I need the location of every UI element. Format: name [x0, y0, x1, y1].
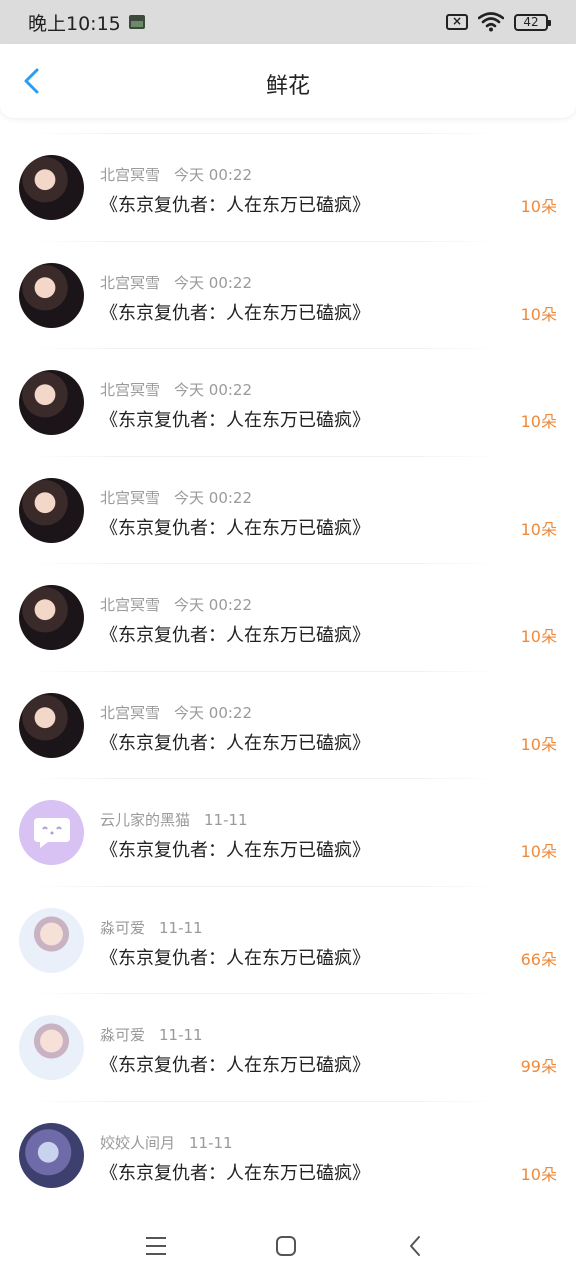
user-name[interactable]: 北宫冥雪	[100, 489, 160, 507]
timestamp: 11-11	[159, 918, 203, 937]
status-bar: 晚上10:15 × 42	[0, 0, 576, 44]
user-meta: 淼可爱 11-11	[100, 917, 203, 938]
user-name[interactable]: 淼可爱	[100, 919, 145, 937]
flower-list: 北宫冥雪 今天 00:22 《东京复仇者：人在东万已磕疯》 10朵 北宫冥雪 今天 …	[0, 133, 576, 1208]
avatar[interactable]	[19, 692, 84, 758]
book-title[interactable]: 《东京复仇者：人在东万已磕疯》	[100, 621, 370, 647]
avatar[interactable]	[19, 477, 84, 543]
book-title[interactable]: 《东京复仇者：人在东万已磕疯》	[100, 1159, 370, 1185]
flower-amount: 10朵	[520, 1164, 557, 1184]
book-title[interactable]: 《东京复仇者：人在东万已磕疯》	[100, 729, 370, 755]
flower-amount: 10朵	[520, 304, 557, 324]
user-name[interactable]: 姣姣人间月	[100, 1134, 175, 1152]
row-divider	[30, 778, 500, 779]
wifi-icon	[478, 12, 504, 32]
avatar[interactable]	[19, 585, 84, 650]
book-title[interactable]: 《东京复仇者：人在东万已磕疯》	[100, 191, 370, 217]
row-divider	[30, 455, 500, 457]
row-divider	[30, 133, 500, 134]
timestamp: 今天 00:22	[174, 273, 253, 292]
user-meta: 北宫冥雪 今天 00:22	[100, 272, 252, 293]
chat-bubble-icon	[33, 817, 70, 848]
user-meta: 姣姣人间月 11-11	[100, 1132, 233, 1153]
battery-icon: 42	[514, 13, 551, 31]
timestamp: 今天 00:22	[174, 381, 253, 399]
user-name[interactable]: 北宫冥雪	[100, 381, 160, 399]
user-meta: 北宫冥雪 今天 00:22	[100, 702, 252, 723]
row-divider	[30, 348, 500, 349]
list-item[interactable]: 姣姣人间月 11-11 《东京复仇者：人在东万已磕疯》 10朵	[0, 1100, 576, 1209]
row-divider	[30, 885, 500, 887]
avatar[interactable]	[19, 155, 84, 220]
page-title: 鲜花	[265, 74, 310, 99]
user-name[interactable]: 北宫冥雪	[100, 166, 160, 184]
user-meta: 淼可爱 11-11	[100, 1024, 203, 1045]
row-divider	[30, 670, 500, 672]
list-item[interactable]: 淼可爱 11-11 《东京复仇者：人在东万已磕疯》 66朵	[0, 885, 576, 994]
list-item[interactable]: 北宫冥雪 今天 00:22 《东京复仇者：人在东万已磕疯》 10朵	[0, 240, 576, 349]
system-nav-bar	[0, 1210, 576, 1280]
flower-amount: 10朵	[520, 627, 557, 646]
user-name[interactable]: 北宫冥雪	[100, 704, 160, 722]
user-meta: 北宫冥雪 今天 00:22	[100, 379, 252, 400]
flower-amount: 99朵	[520, 1057, 557, 1076]
avatar[interactable]	[19, 907, 84, 973]
list-item[interactable]: 北宫冥雪 今天 00:22 《东京复仇者：人在东万已磕疯》 10朵	[0, 563, 576, 671]
status-icons: × 42	[446, 12, 551, 32]
timestamp: 11-11	[204, 811, 248, 829]
menu-icon[interactable]	[144, 1234, 168, 1258]
avatar[interactable]	[19, 1122, 84, 1188]
timestamp: 11-11	[189, 1133, 233, 1152]
timestamp: 今天 00:22	[174, 596, 253, 614]
flower-amount: 10朵	[520, 197, 557, 216]
timestamp: 今天 00:22	[174, 488, 253, 507]
user-meta: 云儿家的黑猫 11-11	[100, 809, 248, 830]
flower-amount: 10朵	[520, 842, 557, 861]
status-time: 晚上10:15	[28, 9, 145, 36]
timestamp: 今天 00:22	[174, 703, 253, 722]
list-item[interactable]: 北宫冥雪 今天 00:22 《东京复仇者：人在东万已磕疯》 10朵	[0, 670, 576, 779]
user-meta: 北宫冥雪 今天 00:22	[100, 487, 252, 508]
avatar[interactable]	[19, 800, 84, 865]
avatar[interactable]	[19, 1015, 84, 1080]
list-item[interactable]: 北宫冥雪 今天 00:22 《东京复仇者：人在东万已磕疯》 10朵	[0, 348, 576, 456]
flower-amount: 66朵	[520, 949, 557, 969]
user-meta: 北宫冥雪 今天 00:22	[100, 164, 252, 185]
book-title[interactable]: 《东京复仇者：人在东万已磕疯》	[100, 1051, 370, 1077]
sim-card-icon	[128, 15, 145, 29]
home-square-icon[interactable]	[274, 1234, 298, 1258]
user-name[interactable]: 淼可爱	[100, 1026, 145, 1044]
list-item[interactable]: 北宫冥雪 今天 00:22 《东京复仇者：人在东万已磕疯》 10朵	[0, 133, 576, 241]
no-signal-icon: ×	[446, 14, 468, 30]
row-divider	[30, 563, 500, 564]
battery-level: 42	[523, 14, 539, 29]
avatar[interactable]	[19, 262, 84, 328]
list-item[interactable]: 云儿家的黑猫 11-11 《东京复仇者：人在东万已磕疯》 10朵	[0, 778, 576, 886]
timestamp: 11-11	[159, 1026, 203, 1044]
book-title[interactable]: 《东京复仇者：人在东万已磕疯》	[100, 836, 370, 862]
user-name[interactable]: 云儿家的黑猫	[100, 811, 190, 829]
status-time-text: 晚上10:15	[28, 12, 121, 35]
book-title[interactable]: 《东京复仇者：人在东万已磕疯》	[100, 514, 370, 540]
row-divider	[30, 240, 500, 242]
user-name[interactable]: 北宫冥雪	[100, 274, 160, 292]
list-item[interactable]: 北宫冥雪 今天 00:22 《东京复仇者：人在东万已磕疯》 10朵	[0, 455, 576, 564]
timestamp: 今天 00:22	[174, 166, 253, 184]
flower-amount: 10朵	[520, 519, 557, 539]
book-title[interactable]: 《东京复仇者：人在东万已磕疯》	[100, 299, 370, 325]
row-divider	[30, 993, 500, 994]
back-triangle-icon[interactable]	[404, 1234, 428, 1258]
avatar[interactable]	[19, 370, 84, 435]
book-title[interactable]: 《东京复仇者：人在东万已磕疯》	[100, 406, 370, 432]
flower-amount: 10朵	[520, 734, 557, 754]
top-header: 鲜花	[0, 44, 576, 118]
list-item[interactable]: 淼可爱 11-11 《东京复仇者：人在东万已磕疯》 99朵	[0, 993, 576, 1101]
user-meta: 北宫冥雪 今天 00:22	[100, 594, 252, 615]
user-name[interactable]: 北宫冥雪	[100, 596, 160, 614]
row-divider	[30, 1100, 500, 1102]
book-title[interactable]: 《东京复仇者：人在东万已磕疯》	[100, 944, 370, 970]
flower-amount: 10朵	[520, 412, 557, 431]
